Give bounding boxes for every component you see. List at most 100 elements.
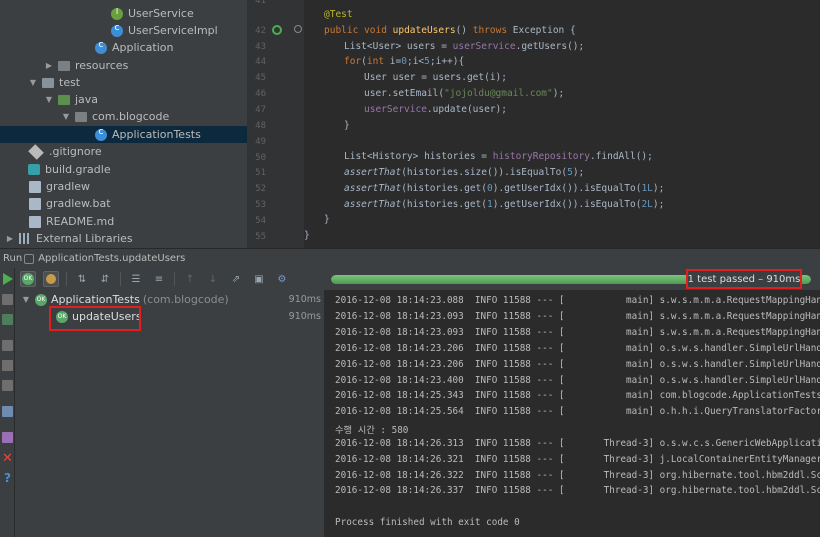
rerun-button[interactable] — [3, 273, 13, 285]
stop-button[interactable] — [2, 294, 13, 305]
show-passed-button[interactable]: OK — [20, 271, 36, 287]
project-tree-panel: UserService UserServiceImpl Application … — [0, 0, 247, 248]
console-line: 2016-12-08 18:14:26.322 INFO 11588 --- [… — [335, 470, 820, 481]
tree-item-build-gradle[interactable]: build.gradle — [0, 161, 247, 178]
sort-alpha-icon: ⇅ — [77, 273, 87, 285]
test-results-tree: ▼ OK ApplicationTests (com.blogcode) 910… — [15, 290, 325, 537]
expand-all-button[interactable]: ☰ — [128, 271, 144, 287]
interface-icon — [111, 7, 123, 20]
console-line: 2016-12-08 18:14:23.088 INFO 11588 --- [… — [335, 295, 820, 306]
console-line: 2016-12-08 18:14:26.337 INFO 11588 --- [… — [335, 485, 820, 496]
package-icon — [75, 111, 87, 122]
export-results-button[interactable]: ⇗ — [228, 271, 244, 287]
console-line: 2016-12-08 18:14:23.206 INFO 11588 --- [… — [335, 359, 820, 370]
line-number: 55 — [255, 232, 266, 242]
line-number: 46 — [255, 89, 266, 99]
gear-icon: ⚙ — [277, 273, 287, 285]
code-line-44: for(int i=0;i<5;i++){ — [344, 56, 465, 67]
console-output[interactable]: 2016-12-08 18:14:23.088 INFO 11588 --- [… — [326, 290, 820, 537]
help-icon[interactable]: ? — [2, 472, 13, 484]
layout-button[interactable] — [2, 380, 13, 391]
console-line: 2016-12-08 18:14:25.343 INFO 11588 --- [… — [335, 390, 820, 401]
console-line: 2016-12-08 18:14:23.206 INFO 11588 --- [… — [335, 343, 820, 354]
show-ignored-button[interactable] — [43, 271, 59, 287]
tree-item-external-libraries[interactable]: ▶ External Libraries — [0, 230, 247, 247]
tree-item-resources[interactable]: ▶ resources — [0, 57, 247, 74]
sort-by-duration-button[interactable]: ⇵ — [97, 271, 113, 287]
file-icon — [29, 197, 41, 210]
folder-icon — [58, 94, 70, 105]
code-line-47: userService.update(user); — [364, 104, 507, 115]
code-line-50: List<History> histories = historyReposit… — [344, 151, 653, 162]
run-window-label[interactable]: Run — [3, 253, 22, 264]
dump-threads-button[interactable] — [2, 406, 13, 417]
tree-item-test[interactable]: ▼ test — [0, 74, 247, 91]
git-icon — [28, 143, 44, 160]
run-test-gutter-icon[interactable] — [272, 25, 282, 35]
chevron-right-icon[interactable]: ▶ — [44, 61, 54, 70]
export-icon: ⇗ — [231, 273, 241, 285]
settings-button[interactable] — [2, 432, 13, 443]
tree-item-gradlew-bat[interactable]: gradlew.bat — [0, 195, 247, 212]
code-line-43: List<User> users = userService.getUsers(… — [344, 41, 585, 52]
import-results-button[interactable]: ▣ — [251, 271, 267, 287]
code-line-52: assertThat(histories.get(0).getUserIdx()… — [344, 183, 665, 194]
chevron-down-icon[interactable]: ▼ — [28, 78, 38, 87]
chevron-down-icon[interactable]: ▼ — [61, 112, 71, 121]
tree-item-readme[interactable]: README.md — [0, 213, 247, 230]
sort-alphabetically-button[interactable]: ⇅ — [74, 271, 90, 287]
tree-item-application[interactable]: Application — [0, 39, 247, 56]
test-runner-toolbar: OK ⇅ ⇵ ☰ ≡ ↑ ↓ ⇗ ▣ ⚙ — [15, 268, 325, 290]
class-icon — [95, 127, 107, 141]
junit-config-icon — [24, 253, 35, 264]
line-number: 43 — [255, 42, 266, 52]
class-icon — [111, 23, 123, 37]
pin-tab-button[interactable] — [2, 360, 13, 371]
class-icon — [95, 40, 107, 54]
code-editor[interactable]: 41 42 43 44 45 46 47 48 49 50 51 52 53 5… — [247, 0, 820, 248]
test-progress-area: 1 test passed – 910ms — [325, 268, 820, 290]
chevron-down-icon[interactable]: ▼ — [21, 295, 31, 304]
toggle-auto-test-button[interactable] — [2, 340, 13, 351]
line-number: 45 — [255, 73, 266, 83]
tree-item-userserviceimpl[interactable]: UserServiceImpl — [0, 22, 247, 39]
code-line-48: } — [344, 120, 350, 131]
tree-item-gradlew[interactable]: gradlew — [0, 178, 247, 195]
chevron-right-icon[interactable]: ▶ — [5, 234, 15, 243]
next-failed-button[interactable]: ↓ — [205, 271, 221, 287]
close-icon[interactable]: ✕ — [2, 452, 13, 465]
folder-icon — [58, 60, 70, 71]
arrow-down-icon: ↓ — [208, 273, 218, 285]
console-line: 2016-12-08 18:14:23.400 INFO 11588 --- [… — [335, 375, 820, 386]
console-line: 수행 시간 : 580 — [335, 425, 409, 436]
console-exit-line: Process finished with exit code 0 — [335, 517, 520, 528]
tree-item-userservice[interactable]: UserService — [0, 5, 247, 22]
collapse-all-button[interactable]: ≡ — [151, 271, 167, 287]
breakpoint-gutter-icon[interactable] — [294, 25, 302, 33]
code-line-45: User user = users.get(i); — [364, 72, 507, 83]
console-line: 2016-12-08 18:14:26.313 INFO 11588 --- [… — [335, 438, 820, 449]
line-number: 51 — [255, 168, 266, 178]
line-number: 47 — [255, 105, 266, 115]
file-icon — [29, 180, 41, 193]
line-number: 52 — [255, 184, 266, 194]
arrow-up-icon: ↑ — [185, 273, 195, 285]
tree-item-gitignore[interactable]: .gitignore — [0, 143, 247, 160]
code-line-55: } — [304, 230, 310, 241]
run-config-tab[interactable]: ApplicationTests.updateUsers — [38, 253, 185, 264]
previous-failed-button[interactable]: ↑ — [182, 271, 198, 287]
line-number: 54 — [255, 216, 266, 226]
tree-item-com-blogcode[interactable]: ▼ com.blogcode — [0, 108, 247, 125]
tree-item-java[interactable]: ▼ java — [0, 91, 247, 108]
collapse-all-icon: ≡ — [154, 273, 164, 285]
chevron-down-icon[interactable]: ▼ — [44, 95, 54, 104]
sort-duration-icon: ⇵ — [100, 273, 110, 285]
test-settings-button[interactable]: ⚙ — [274, 271, 290, 287]
line-number: 41 — [255, 0, 266, 6]
ignored-icon — [46, 274, 56, 284]
toolbar-separator — [120, 272, 121, 286]
rerun-failed-button[interactable] — [2, 314, 13, 325]
history-icon: ▣ — [254, 273, 264, 285]
tree-item-applicationtests[interactable]: ApplicationTests — [0, 126, 247, 143]
console-line: 2016-12-08 18:14:25.564 INFO 11588 --- [… — [335, 406, 820, 417]
